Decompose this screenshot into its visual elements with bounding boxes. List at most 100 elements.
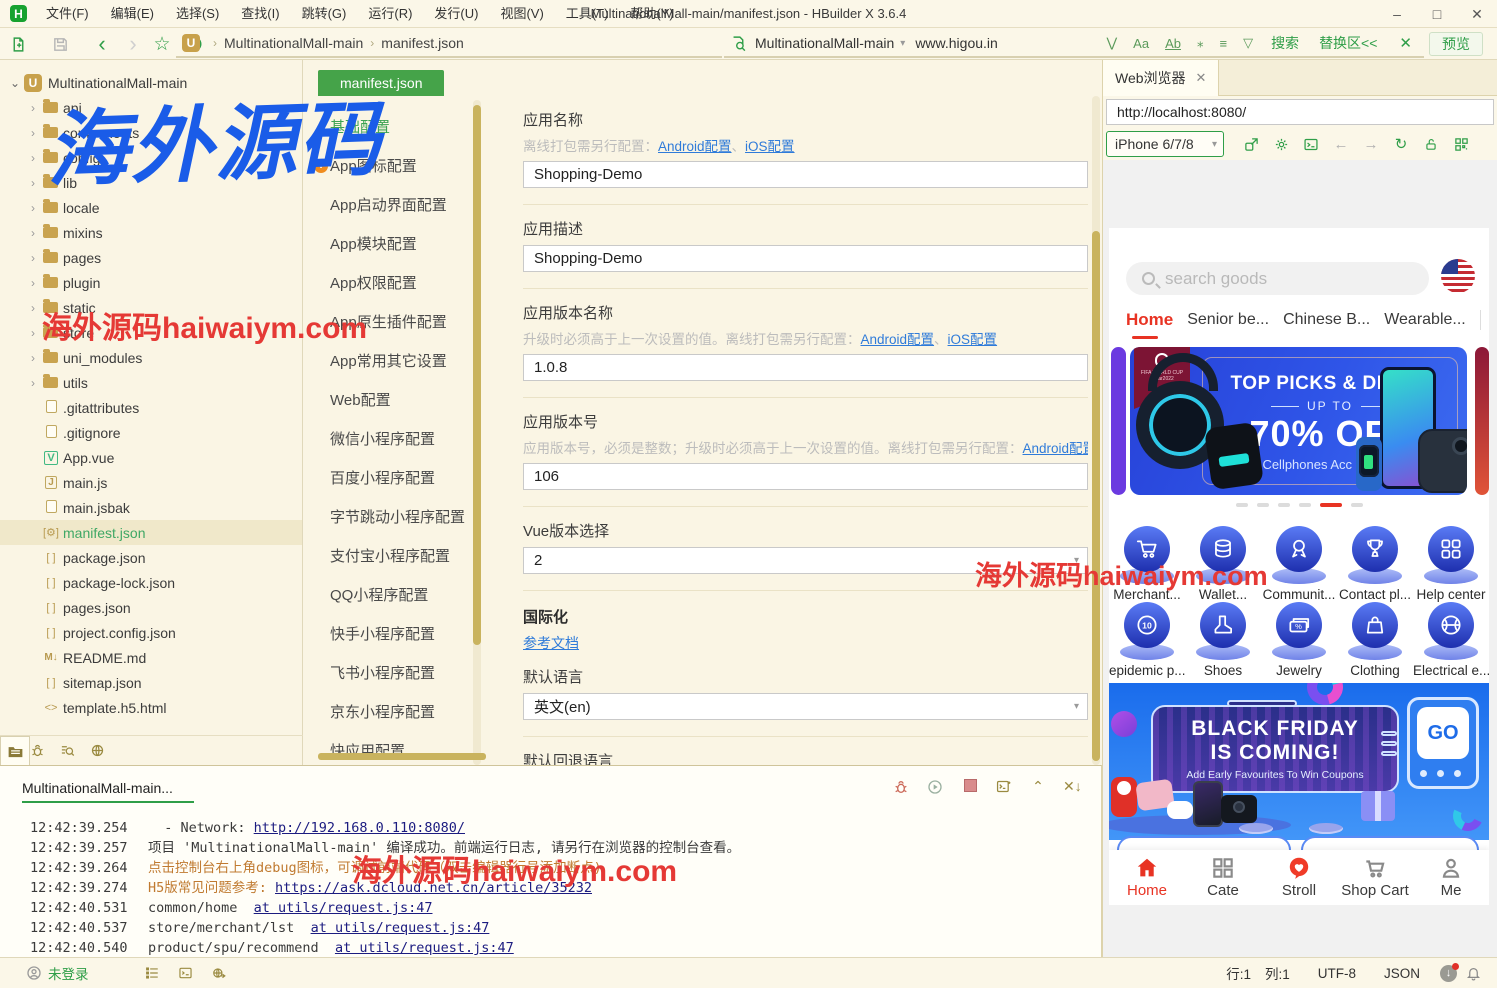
carousel-dot[interactable] — [1299, 503, 1311, 507]
tab-Home[interactable]: Home — [1126, 310, 1173, 330]
regex-icon[interactable]: ⁎ — [1197, 35, 1204, 51]
menu-运行(R)[interactable]: 运行(R) — [357, 0, 423, 28]
refresh-icon[interactable]: ↻ — [1386, 135, 1416, 153]
menu-查找(I)[interactable]: 查找(I) — [230, 0, 290, 28]
config-nav-App图标配置[interactable]: App图标配置! — [330, 147, 480, 186]
save-button[interactable] — [48, 32, 72, 56]
config-nav-微信小程序配置[interactable]: 微信小程序配置 — [330, 420, 480, 459]
config-link[interactable]: Android配置 — [658, 139, 732, 154]
config-link[interactable]: iOS配置 — [745, 139, 795, 154]
config-nav-App常用其它设置[interactable]: App常用其它设置 — [330, 342, 480, 381]
nav-stroll[interactable]: Stroll — [1261, 850, 1337, 905]
carousel-dot[interactable] — [1320, 503, 1342, 507]
browser-back-icon[interactable]: ← — [1326, 136, 1356, 153]
menu-跳转(G)[interactable]: 跳转(G) — [291, 0, 358, 28]
horizontal-scrollbar[interactable] — [318, 753, 486, 760]
preview-button[interactable]: 预览 — [1429, 32, 1483, 56]
debug-bug-icon[interactable] — [893, 779, 911, 795]
input-version-name[interactable]: 1.0.8 — [523, 354, 1088, 381]
whole-word-icon[interactable]: Ab — [1165, 36, 1181, 51]
qr-code-icon[interactable] — [1446, 137, 1476, 152]
url-input[interactable]: http://localhost:8080/ — [1106, 99, 1494, 125]
terminal-icon[interactable] — [178, 966, 193, 980]
tree-folder-locale[interactable]: ›locale — [0, 195, 302, 220]
config-nav-App模块配置[interactable]: App模块配置 — [330, 225, 480, 264]
category-Jewelry[interactable]: %Jewelry — [1261, 594, 1337, 670]
category-Shoes[interactable]: Shoes — [1185, 594, 1261, 670]
config-nav-飞书小程序配置[interactable]: 飞书小程序配置 — [330, 654, 480, 693]
tree-folder-config[interactable]: ›config — [0, 145, 302, 170]
log-link[interactable]: https://ask.dcloud.net.cn/article/35232 — [275, 878, 592, 898]
main-banner[interactable]: FIFA WORLD CUP Qatar2022 TOP PICKS & DEA… — [1130, 347, 1467, 495]
tree-folder-pages[interactable]: ›pages — [0, 245, 302, 270]
carousel-dots[interactable] — [1109, 503, 1489, 507]
settings-gear-icon[interactable] — [1266, 137, 1296, 152]
tree-file-.gitattributes[interactable]: .gitattributes — [0, 395, 302, 420]
nav-me[interactable]: Me — [1413, 850, 1489, 905]
browser-forward-icon[interactable]: → — [1356, 136, 1386, 153]
extensions-view-icon[interactable] — [90, 743, 120, 758]
encoding-indicator[interactable]: UTF-8 — [1318, 966, 1356, 981]
tree-folder-components[interactable]: ›components — [0, 120, 302, 145]
tree-file-template.h5.html[interactable]: <>template.h5.html — [0, 695, 302, 720]
config-nav-字节跳动小程序配置[interactable]: 字节跳动小程序配置 — [330, 498, 480, 537]
input-version-code[interactable]: 106 — [523, 463, 1088, 490]
search-scope-selector[interactable]: MultinationalMall-main — [755, 35, 894, 51]
tree-file-App.vue[interactable]: VApp.vue — [0, 445, 302, 470]
menu-视图(V)[interactable]: 视图(V) — [489, 0, 554, 28]
carousel-dot[interactable] — [1351, 503, 1363, 507]
favorite-star-icon[interactable]: ☆ — [150, 32, 174, 56]
language-server-icon[interactable] — [211, 966, 227, 980]
tree-folder-static[interactable]: ›static — [0, 295, 302, 320]
carousel-dot[interactable] — [1278, 503, 1290, 507]
tab-Chinese B...[interactable]: Chinese B... — [1283, 311, 1370, 329]
carousel-dot[interactable] — [1236, 503, 1248, 507]
menu-编辑(E)[interactable]: 编辑(E) — [100, 0, 165, 28]
nav-shop-cart[interactable]: Shop Cart — [1337, 850, 1413, 905]
tree-folder-mixins[interactable]: ›mixins — [0, 220, 302, 245]
cursor-line[interactable]: 行:1 — [1226, 963, 1251, 983]
category-Communit[interactable]: Communit... — [1261, 518, 1337, 594]
close-tab-icon[interactable]: ✕ — [1196, 70, 1207, 86]
multiline-icon[interactable]: ≡ — [1219, 36, 1227, 51]
files-view-icon[interactable] — [0, 736, 30, 766]
config-link[interactable]: iOS配置 — [948, 332, 998, 347]
cursor-col[interactable]: 列:1 — [1265, 963, 1290, 983]
black-friday-banner[interactable]: BLACK FRIDAY IS COMING! Add Early Favour… — [1109, 683, 1489, 840]
collapse-icon[interactable]: ⋁ — [1106, 35, 1117, 51]
menu-发行(U)[interactable]: 发行(U) — [423, 0, 489, 28]
tab-Senior be...[interactable]: Senior be... — [1187, 311, 1269, 329]
tree-file-README.md[interactable]: M↓README.md — [0, 645, 302, 670]
new-terminal-icon[interactable] — [995, 779, 1013, 794]
maximize-button[interactable]: □ — [1417, 0, 1457, 28]
input-app-desc[interactable]: Shopping-Demo — [523, 245, 1088, 272]
category-Wallet[interactable]: Wallet... — [1185, 518, 1261, 594]
search-view-icon[interactable] — [60, 743, 90, 758]
config-nav-App启动界面配置[interactable]: App启动界面配置 — [330, 186, 480, 225]
category-Electricale[interactable]: Electrical e... — [1413, 594, 1489, 670]
tree-file-package.json[interactable]: [ ]package.json — [0, 545, 302, 570]
tree-file-.gitignore[interactable]: .gitignore — [0, 420, 302, 445]
replace-toggle-button[interactable]: 替换区<< — [1319, 33, 1377, 53]
tree-file-pages.json[interactable]: [ ]pages.json — [0, 595, 302, 620]
config-nav-QQ小程序配置[interactable]: QQ小程序配置 — [330, 576, 480, 615]
notification-bell-icon[interactable] — [1466, 965, 1481, 981]
back-button[interactable]: ‹ — [90, 32, 114, 56]
login-status[interactable]: 未登录 — [48, 963, 89, 983]
breadcrumb-project[interactable]: MultinationalMall-main — [224, 35, 363, 51]
select-vue-version[interactable]: 2▾ — [523, 547, 1088, 574]
config-nav-基础配置[interactable]: 基础配置 — [330, 108, 480, 147]
nav-scrollbar[interactable] — [473, 100, 481, 765]
tree-folder-store[interactable]: ›store — [0, 320, 302, 345]
tree-file-main.js[interactable]: Jmain.js — [0, 470, 302, 495]
form-scrollbar[interactable] — [1092, 96, 1100, 765]
go-button[interactable]: GO — [1417, 707, 1469, 759]
log-link[interactable]: at utils/request.js:47 — [311, 918, 490, 938]
tree-file-package-lock.json[interactable]: [ ]package-lock.json — [0, 570, 302, 595]
collapse-console-icon[interactable]: ⌃ — [1029, 778, 1047, 795]
tree-folder-lib[interactable]: ›lib — [0, 170, 302, 195]
input-app-name[interactable]: Shopping-Demo — [523, 161, 1088, 188]
search-goods-input[interactable]: search goods — [1126, 262, 1429, 295]
config-link[interactable]: Android配置 — [1023, 441, 1089, 456]
doc-link[interactable]: 参考文档 — [523, 635, 579, 651]
